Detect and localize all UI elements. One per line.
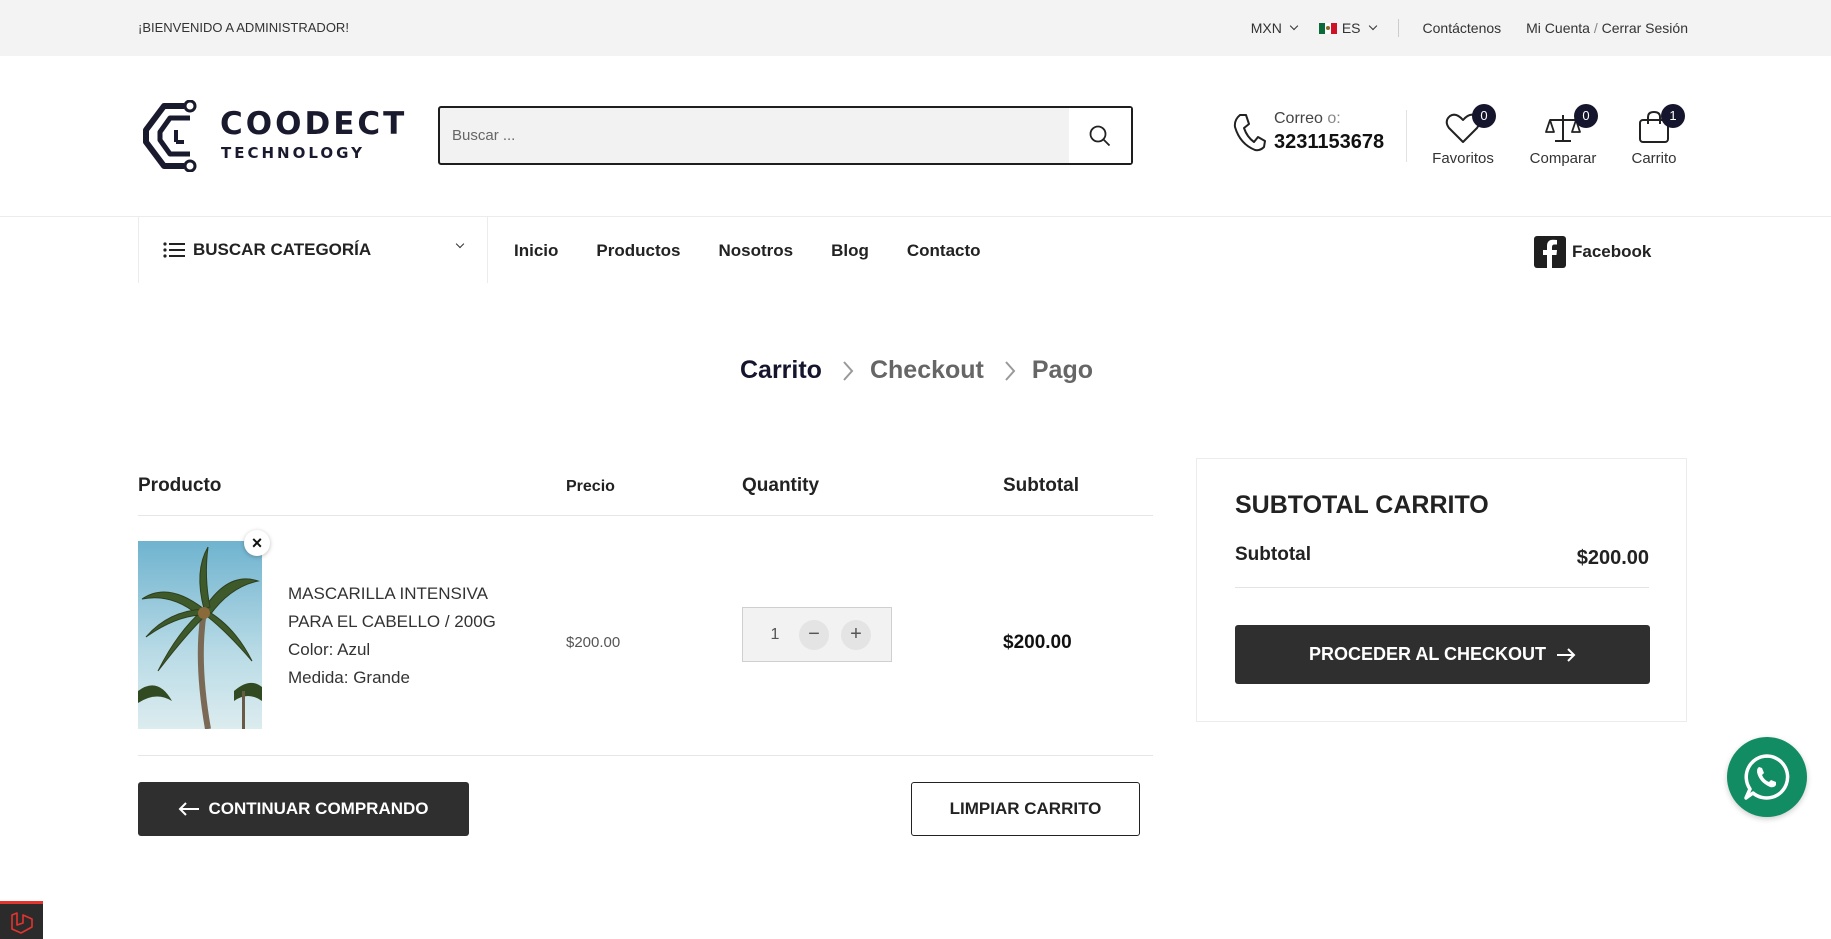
logo-text-primary: COODECT bbox=[220, 106, 408, 142]
currency-label: MXN bbox=[1250, 20, 1282, 36]
subtotal-label: Subtotal bbox=[1235, 544, 1311, 565]
contact-text: Correo o: 3231153678 bbox=[1274, 110, 1384, 154]
step-cart[interactable]: Carrito bbox=[740, 356, 822, 385]
facebook-icon bbox=[1534, 236, 1566, 268]
table-row: × MASCARILLA INTENSIVA PARA EL CABELLO /… bbox=[138, 516, 1153, 756]
subtotal-row: Subtotal $200.00 bbox=[1235, 544, 1649, 588]
debugbar-icon[interactable] bbox=[0, 901, 43, 939]
decrease-quantity-button[interactable]: − bbox=[799, 619, 829, 650]
nav-item-contacto[interactable]: Contacto bbox=[907, 241, 981, 261]
minus-icon: − bbox=[808, 623, 820, 645]
logo[interactable]: COODECT TECHNOLOGY bbox=[140, 98, 404, 174]
clear-cart-label: LIMPIAR CARRITO bbox=[949, 799, 1102, 818]
wishlist-button[interactable]: 0 Favoritos bbox=[1428, 104, 1498, 167]
nav-item-inicio[interactable]: Inicio bbox=[514, 241, 558, 261]
whatsapp-button[interactable] bbox=[1727, 737, 1807, 817]
nav-item-productos[interactable]: Productos bbox=[596, 241, 680, 261]
top-bar-right: MXN ES Contáctenos Mi Cuenta / Cerrar Se… bbox=[1251, 19, 1688, 37]
remove-item-button[interactable]: × bbox=[244, 530, 270, 556]
category-label: BUSCAR CATEGORÍA bbox=[193, 240, 372, 259]
logo-mark-icon bbox=[143, 100, 197, 172]
cart-totals: SUBTOTAL CARRITO Subtotal $200.00 PROCED… bbox=[1196, 458, 1687, 722]
totals-title: SUBTOTAL CARRITO bbox=[1235, 491, 1489, 519]
continue-shopping-label: CONTINUAR COMPRANDO bbox=[208, 799, 429, 818]
compare-label: Comparar bbox=[1529, 150, 1597, 167]
arrow-right-icon bbox=[1557, 647, 1576, 662]
phone-icon bbox=[1233, 114, 1266, 152]
checkout-label: PROCEDER AL CHECKOUT bbox=[1308, 644, 1546, 664]
logout-link[interactable]: Cerrar Sesión bbox=[1602, 20, 1688, 36]
product-image[interactable] bbox=[138, 541, 262, 729]
checkout-steps: Carrito Checkout Pago bbox=[740, 356, 1093, 385]
continue-shopping-button[interactable]: CONTINUAR COMPRANDO bbox=[138, 782, 469, 836]
site-header: COODECT TECHNOLOGY Correo o: 3231153678 … bbox=[0, 56, 1831, 216]
proceed-checkout-button[interactable]: PROCEDER AL CHECKOUT bbox=[1235, 625, 1650, 684]
chevron-right-icon bbox=[843, 360, 854, 381]
search-icon bbox=[1089, 125, 1111, 146]
language-label: ES bbox=[1341, 20, 1361, 36]
category-dropdown[interactable]: BUSCAR CATEGORÍA bbox=[138, 217, 488, 283]
product-price: $200.00 bbox=[566, 634, 621, 651]
contact-block: Correo o: 3231153678 bbox=[1232, 110, 1384, 154]
divider bbox=[1406, 110, 1407, 162]
nav-item-blog[interactable]: Blog bbox=[831, 241, 869, 261]
product-color: Color: Azul bbox=[288, 640, 371, 659]
plus-icon: + bbox=[850, 623, 862, 645]
quantity-value[interactable]: 1 bbox=[743, 626, 799, 644]
mexico-flag-icon bbox=[1318, 22, 1337, 34]
step-payment[interactable]: Pago bbox=[1032, 356, 1093, 385]
cart-table: Producto Precio Quantity Subtotal × MASC… bbox=[138, 458, 1153, 756]
main-nav: BUSCAR CATEGORÍA Inicio Productos Nosotr… bbox=[0, 216, 1831, 283]
subtotal-value: $200.00 bbox=[1576, 547, 1649, 569]
clear-cart-button[interactable]: LIMPIAR CARRITO bbox=[911, 782, 1140, 836]
header-price: Precio bbox=[566, 478, 615, 495]
cart-count-badge: 1 bbox=[1661, 104, 1685, 128]
arrow-left-icon bbox=[179, 802, 200, 816]
wishlist-count-badge: 0 bbox=[1472, 104, 1496, 128]
top-bar: ¡BIENVENIDO A ADMINISTRADOR! MXN ES Cont… bbox=[0, 0, 1831, 56]
product-subtotal: $200.00 bbox=[1003, 632, 1072, 653]
welcome-text: ¡BIENVENIDO A ADMINISTRADOR! bbox=[138, 20, 349, 35]
contact-phone[interactable]: 3231153678 bbox=[1274, 131, 1384, 154]
contact-label: Correo o: bbox=[1274, 110, 1341, 127]
divider bbox=[1397, 19, 1399, 37]
facebook-label: Facebook bbox=[1572, 242, 1652, 261]
table-header: Producto Precio Quantity Subtotal bbox=[138, 458, 1153, 516]
chevron-right-icon bbox=[1005, 360, 1016, 381]
logo-text-secondary: TECHNOLOGY bbox=[221, 144, 365, 162]
step-checkout[interactable]: Checkout bbox=[870, 356, 984, 385]
language-selector[interactable]: ES bbox=[1318, 20, 1377, 36]
cart-label: Carrito bbox=[1631, 150, 1677, 167]
nav-links: Inicio Productos Nosotros Blog Contacto bbox=[514, 241, 981, 261]
product-info: MASCARILLA INTENSIVA PARA EL CABELLO / 2… bbox=[288, 580, 528, 692]
compare-button[interactable]: 0 Comparar bbox=[1528, 104, 1598, 167]
cart-button[interactable]: 1 Carrito bbox=[1619, 104, 1689, 167]
compare-count-badge: 0 bbox=[1574, 104, 1598, 128]
close-icon: × bbox=[251, 532, 263, 553]
nav-item-nosotros[interactable]: Nosotros bbox=[718, 241, 793, 261]
search-bar bbox=[438, 106, 1133, 165]
whatsapp-icon bbox=[1744, 754, 1790, 800]
wishlist-label: Favoritos bbox=[1432, 150, 1494, 167]
product-size: Medida: Grande bbox=[288, 668, 410, 687]
header-quantity: Quantity bbox=[742, 475, 820, 496]
chevron-down-icon bbox=[1368, 21, 1377, 31]
list-icon bbox=[163, 242, 185, 258]
chevron-down-icon bbox=[1289, 21, 1299, 31]
currency-selector[interactable]: MXN bbox=[1250, 20, 1299, 36]
my-account-link[interactable]: Mi Cuenta bbox=[1526, 20, 1590, 36]
chevron-down-icon bbox=[455, 239, 465, 249]
account-separator: / bbox=[1593, 20, 1598, 36]
header-subtotal: Subtotal bbox=[1003, 475, 1079, 496]
increase-quantity-button[interactable]: + bbox=[841, 619, 871, 650]
search-button[interactable] bbox=[1069, 108, 1131, 163]
search-input[interactable] bbox=[440, 108, 1069, 163]
account-links: Mi Cuenta / Cerrar Sesión bbox=[1526, 20, 1688, 36]
product-name[interactable]: MASCARILLA INTENSIVA PARA EL CABELLO / 2… bbox=[288, 580, 528, 636]
facebook-link[interactable]: Facebook bbox=[1534, 236, 1651, 268]
contact-link[interactable]: Contáctenos bbox=[1423, 20, 1502, 36]
header-product: Producto bbox=[138, 475, 222, 496]
quantity-stepper: 1 − + bbox=[742, 607, 892, 662]
